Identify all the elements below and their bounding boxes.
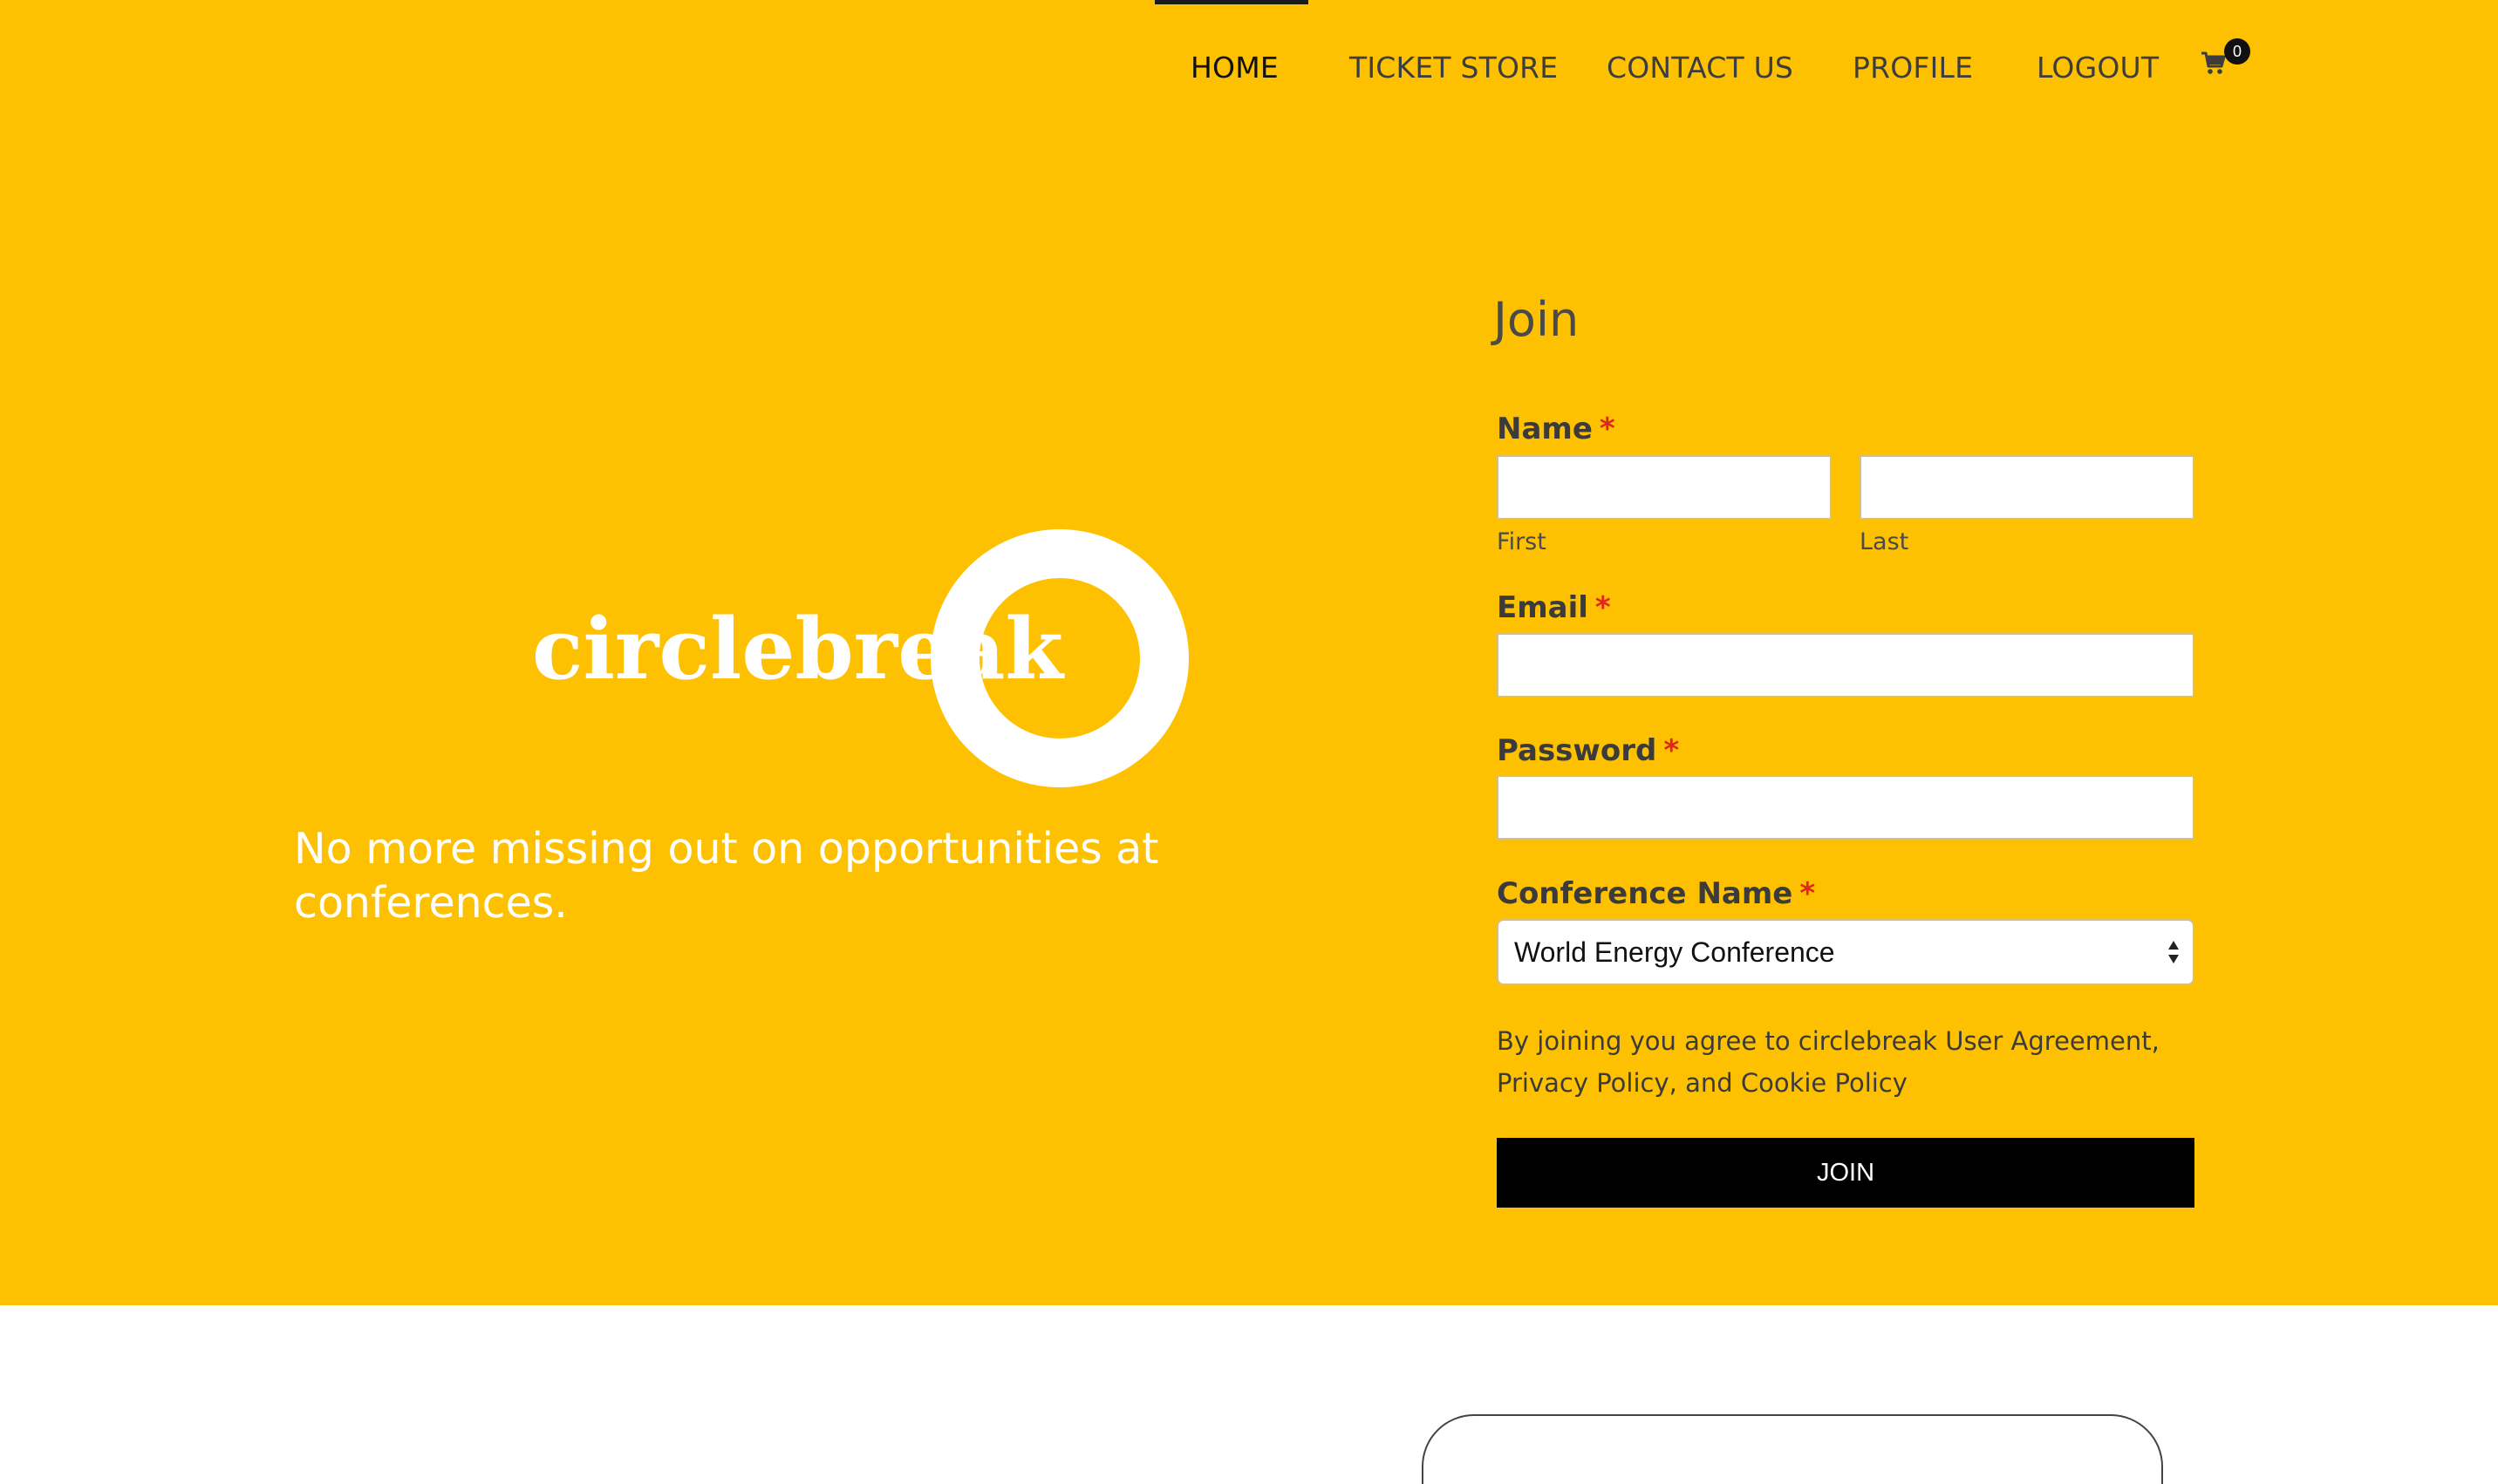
first-name-input[interactable] [1497, 455, 1832, 520]
top-nav: HOME TICKET STORE CONTACT US PROFILE LOG… [0, 0, 2498, 140]
conference-select[interactable]: World Energy Conference [1497, 919, 2194, 985]
name-label-text: Name [1497, 412, 1593, 446]
join-button[interactable]: JOIN [1497, 1138, 2194, 1208]
required-mark: * [1594, 590, 1611, 625]
select-arrows-icon [2168, 941, 2179, 963]
last-name-input[interactable] [1860, 455, 2194, 520]
password-field[interactable] [1497, 775, 2194, 840]
below-fold-card-edge [1422, 1414, 2163, 1484]
nav-item-logout[interactable]: LOGOUT [2037, 51, 2159, 85]
tagline: No more missing out on opportunities at … [294, 824, 1159, 928]
form-title: Join [1493, 292, 1580, 347]
name-label: Name * [1497, 412, 1615, 446]
required-mark: * [1663, 733, 1680, 768]
conference-label: Conference Name * [1497, 876, 1815, 911]
nav-item-profile[interactable]: PROFILE [1853, 51, 1973, 85]
email-field[interactable] [1497, 633, 2194, 698]
email-label-text: Email [1497, 590, 1588, 625]
nav-item-home[interactable]: HOME [1191, 51, 1279, 85]
last-sublabel: Last [1860, 528, 1909, 555]
password-label-text: Password [1497, 733, 1657, 768]
circlebreak-logo: circlebreak [532, 523, 1195, 793]
svg-text:circlebreak: circlebreak [532, 600, 1065, 698]
terms-text: By joining you agree to circlebreak User… [1497, 1026, 2160, 1098]
nav-item-contact-us[interactable]: CONTACT US [1607, 51, 1793, 85]
password-label: Password * [1497, 733, 1679, 768]
email-label: Email * [1497, 590, 1611, 625]
required-mark: * [1599, 412, 1615, 446]
conference-selected-value: World Energy Conference [1514, 936, 1835, 968]
hero-section: HOME TICKET STORE CONTACT US PROFILE LOG… [0, 0, 2498, 1305]
conference-label-text: Conference Name [1497, 876, 1793, 911]
active-nav-indicator [1155, 0, 1308, 4]
nav-item-ticket-store[interactable]: TICKET STORE [1349, 51, 1558, 85]
cart-count-badge: 0 [2224, 38, 2250, 65]
required-mark: * [1799, 876, 1816, 911]
first-sublabel: First [1497, 528, 1546, 555]
